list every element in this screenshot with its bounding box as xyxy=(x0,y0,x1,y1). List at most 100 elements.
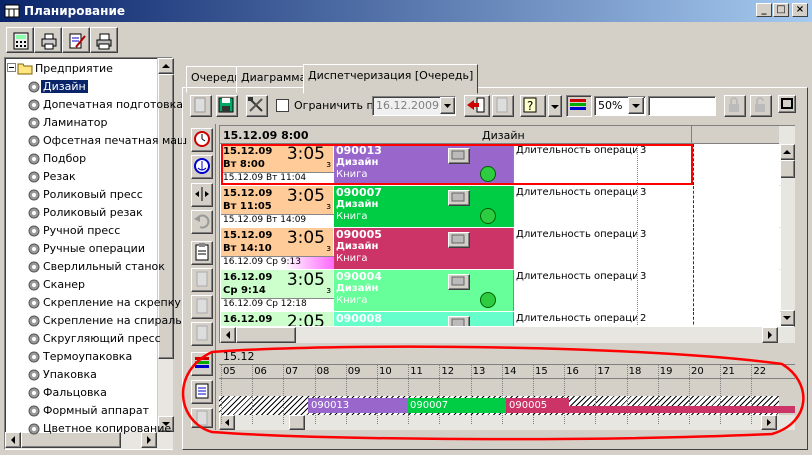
limit-checkbox[interactable] xyxy=(276,99,289,112)
undo-button[interactable] xyxy=(191,210,213,234)
enterprise-tree[interactable]: Предприятие Дизайн Допечатная подготовка Л… xyxy=(4,57,208,450)
gear-icon xyxy=(28,369,40,381)
lock-icon xyxy=(729,97,739,112)
grid-scroll-up[interactable] xyxy=(779,144,795,160)
table-row[interactable]: 15.12.09 Вт 11:05 3:05 з 15.12.09 Вт 14:09 09… xyxy=(221,186,781,227)
row-job-number: 090013 xyxy=(336,144,382,157)
table-row[interactable]: 16.12.09Ср 12:182:05з090008 Длительность … xyxy=(221,312,781,326)
tree-item-label: Ручные операции xyxy=(43,242,145,255)
print-preview-button[interactable] xyxy=(34,27,62,53)
row-end: 15.12.09 Вт 11:04 xyxy=(221,172,335,185)
tree-item-label: Резак xyxy=(43,170,76,183)
row-job-cell[interactable]: 090004 Дизайн Книга xyxy=(334,270,516,311)
date-dropdown-button[interactable] xyxy=(440,97,455,114)
row-start: Вт 8:00 xyxy=(223,159,265,170)
row-job-number: 090005 xyxy=(336,228,382,241)
tree-item-label: Упаковка xyxy=(43,368,97,381)
zoom-dropdown-button[interactable] xyxy=(628,97,644,114)
grid-hscroll-thumb[interactable] xyxy=(236,327,296,343)
limit-label: Ограничить по: xyxy=(294,99,385,112)
row-property-text: Длительность операци xyxy=(516,229,639,240)
grid-scroll-thumb[interactable] xyxy=(779,160,795,178)
row-value-text: 3 xyxy=(640,145,647,156)
row-date-cell: 15.12.09 Вт 8:00 xyxy=(221,144,281,174)
tools-button[interactable] xyxy=(246,95,268,117)
table-row[interactable]: 15.12.09 Вт 14:10 3:05 з 16.12.09 Ср 9:13 090… xyxy=(221,228,781,269)
row-duration: 3:05 xyxy=(286,270,325,290)
unlock-button[interactable] xyxy=(750,95,772,117)
color-bars-icon xyxy=(570,99,586,110)
tree-scrollbar[interactable] xyxy=(157,58,174,432)
arrow-left-icon xyxy=(11,436,15,444)
maximize-panel-button[interactable] xyxy=(778,95,796,113)
table-row[interactable]: 15.12.09 Вт 8:00 3:05 з 15.12.09 Вт 11:04 090… xyxy=(221,144,781,185)
grid-header: 15.12.09 8:00 Дизайн xyxy=(220,126,780,144)
arrow-up-icon xyxy=(783,150,791,154)
row-date: 15.12.09 xyxy=(223,230,273,241)
calculator-button[interactable] xyxy=(6,27,34,53)
table-row[interactable]: 16.12.09 Ср 9:14 3:05 з 16.12.09 Ср 12:18 090… xyxy=(221,270,781,311)
split-button[interactable] xyxy=(191,183,213,207)
tree-item-label: Роликовый пресс xyxy=(43,188,143,201)
clock-button[interactable] xyxy=(191,128,213,152)
row-duration: 3:05 xyxy=(286,228,325,248)
save-button[interactable] xyxy=(216,95,238,117)
grid-hscrollbar[interactable] xyxy=(220,327,795,343)
row-job-cell[interactable]: 090013 Дизайн Книга xyxy=(334,144,516,185)
printer-icon xyxy=(41,33,57,50)
window-title: Планирование xyxy=(24,4,125,18)
lock-button[interactable] xyxy=(724,95,746,117)
row-resource: Дизайн xyxy=(336,241,379,252)
move-left-button[interactable] xyxy=(464,95,490,117)
clipboard-button[interactable] xyxy=(191,241,213,265)
grid-scroll-down[interactable] xyxy=(779,310,795,326)
print-button[interactable] xyxy=(90,27,118,53)
row-property: Длительность операци xyxy=(513,186,642,227)
tree-scroll-left[interactable] xyxy=(5,432,21,448)
tree-item-label: Формный аппарат xyxy=(43,404,149,417)
anchor-button[interactable] xyxy=(191,155,213,179)
edit-document-button[interactable] xyxy=(62,27,90,53)
job-details-button[interactable] xyxy=(448,190,470,206)
grid-scrollbar[interactable] xyxy=(779,126,795,326)
row-job-number: 090008 xyxy=(336,312,382,325)
job-details-button[interactable] xyxy=(448,316,470,326)
tools-icon xyxy=(248,97,263,112)
minimize-button[interactable]: _ xyxy=(756,3,772,17)
unlock-icon xyxy=(755,97,765,112)
row-job-cell[interactable]: 090007 Дизайн Книга xyxy=(334,186,516,227)
job-details-button[interactable] xyxy=(448,232,470,248)
tab-dispatching[interactable]: Диспетчеризация [Очередь] xyxy=(303,64,479,94)
row-date-cell: 16.12.09Ср 12:18 xyxy=(221,312,281,326)
close-button[interactable]: × xyxy=(792,3,808,17)
help-dropdown[interactable] xyxy=(548,95,562,117)
page-button[interactable] xyxy=(492,95,514,117)
maximize-button[interactable]: □ xyxy=(773,3,789,17)
row-duration: 3:05 xyxy=(286,144,325,164)
grid-scroll-left[interactable] xyxy=(220,327,236,343)
row-duration-cell: 3:05 з xyxy=(277,144,333,172)
gear-icon xyxy=(28,99,40,111)
row-job-cell[interactable]: 090005 Дизайн Книга xyxy=(334,228,516,269)
row-property-text: Длительность операци xyxy=(516,313,639,324)
job-details-button[interactable] xyxy=(448,274,470,290)
color-bars-button[interactable] xyxy=(566,95,592,117)
row-value: 3 xyxy=(637,270,698,311)
row-job-cell[interactable]: 090008 xyxy=(334,312,516,326)
calculator-icon xyxy=(13,32,29,50)
tree-root-label: Предприятие xyxy=(35,62,113,75)
tree-scroll-up[interactable] xyxy=(158,58,174,74)
help-button[interactable]: ? xyxy=(520,95,546,117)
doc-down-button[interactable] xyxy=(191,295,213,319)
search-field[interactable] xyxy=(648,96,716,116)
row-duration-unit: з xyxy=(326,160,331,170)
row-date: 16.12.09 xyxy=(223,272,273,283)
svg-text:?: ? xyxy=(527,99,533,113)
job-details-button[interactable] xyxy=(448,148,470,164)
new-button[interactable] xyxy=(190,95,212,117)
doc-up-button[interactable] xyxy=(191,268,213,292)
row-value-text: 3 xyxy=(640,229,647,240)
tree-item-label: Фальцовка xyxy=(43,386,107,399)
grid-scroll-right[interactable] xyxy=(762,327,778,343)
row-property: Длительность операци xyxy=(513,144,642,185)
